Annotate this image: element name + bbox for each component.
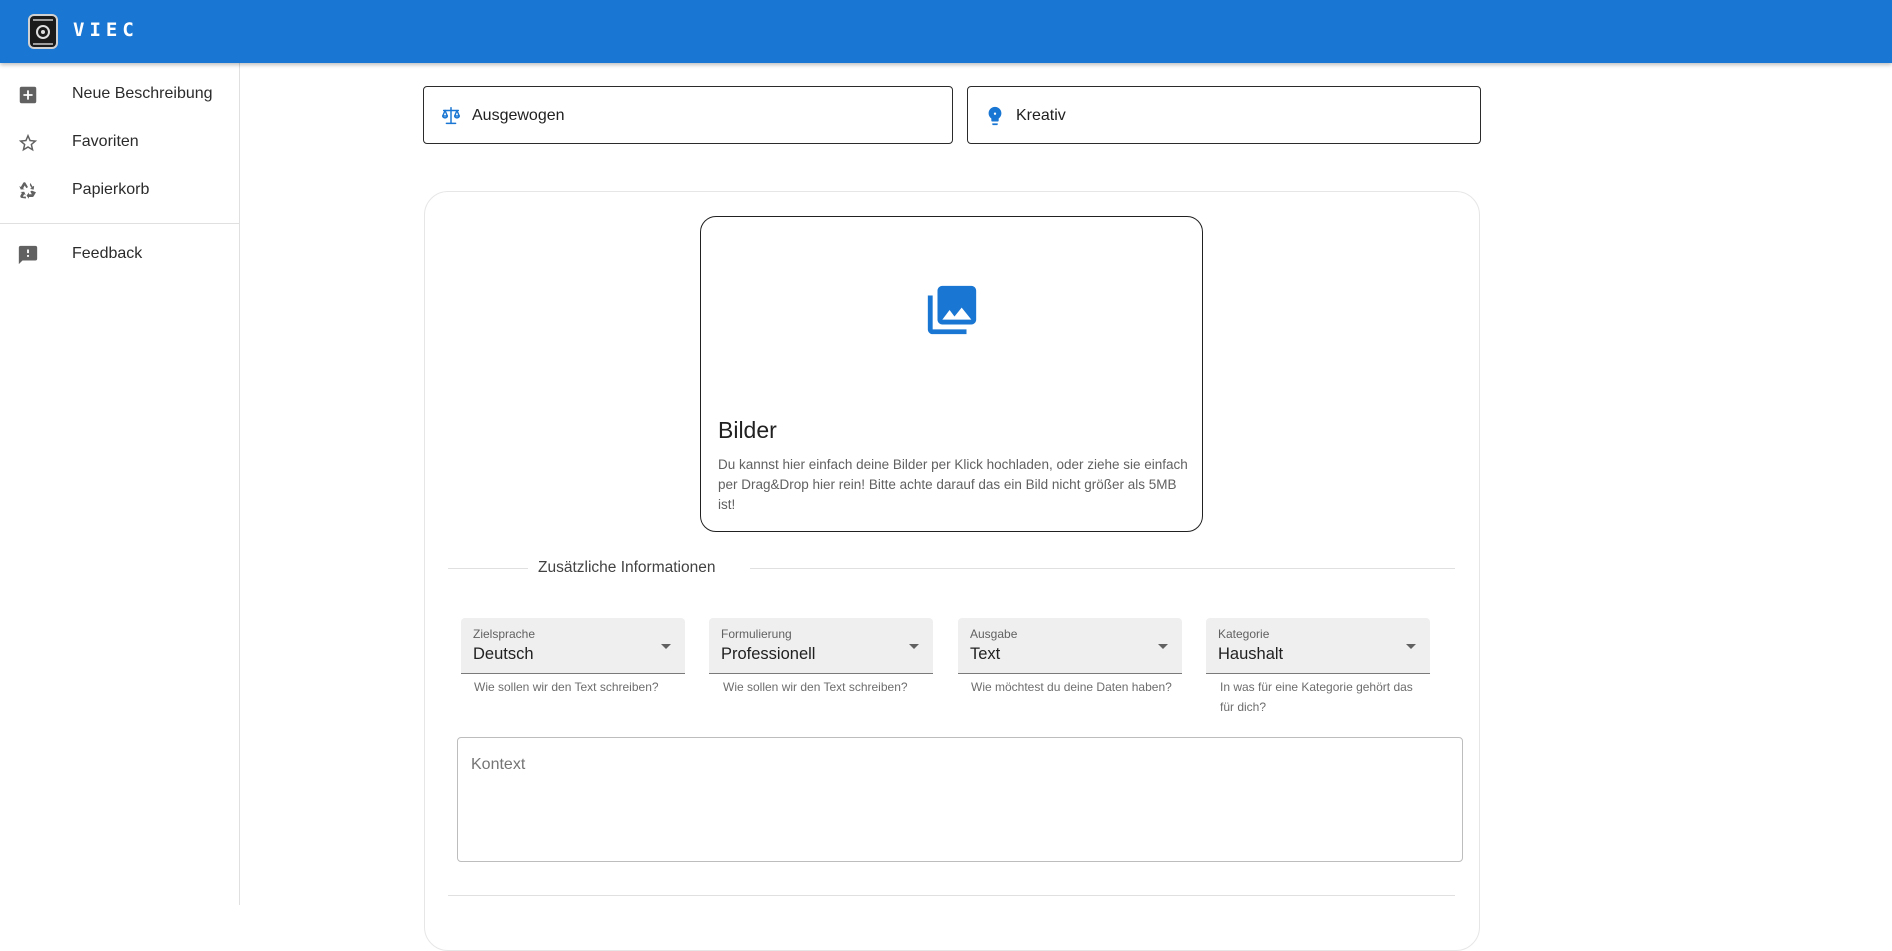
field-label: Formulierung [721,627,792,641]
dropdown-arrow-icon [909,644,919,649]
dropdown-arrow-icon [661,644,671,649]
feedback-icon [18,245,38,265]
field-hint: Wie sollen wir den Text schreiben? [723,680,908,694]
category-select[interactable]: Kategorie Haushalt [1206,618,1430,674]
photo-library-icon [927,285,977,335]
field-hint: Wie sollen wir den Text schreiben? [474,680,659,694]
sidebar-item-label: Feedback [72,245,143,262]
sidebar-item-favorites[interactable]: Favoriten [0,118,239,166]
target-language-select[interactable]: Zielsprache Deutsch [461,618,685,674]
output-select[interactable]: Ausgabe Text [958,618,1182,674]
field-value: Deutsch [473,645,534,663]
sidebar-divider [0,223,239,224]
field-hint: Wie möchtest du deine Daten haben? [971,680,1172,694]
sidebar-item-label: Neue Beschreibung [72,85,213,102]
app-bar: VIEC [0,0,1892,63]
mode-balanced-button[interactable]: Ausgewogen [423,86,953,144]
bottom-divider [448,895,1455,896]
context-placeholder: Kontext [471,756,526,773]
mode-label: Ausgewogen [472,107,565,124]
context-textarea[interactable]: Kontext [457,737,1463,862]
field-label: Kategorie [1218,627,1270,641]
dropdown-arrow-icon [1158,644,1168,649]
app-title: VIEC [73,19,139,41]
sidebar-item-new-description[interactable]: Neue Beschreibung [0,70,239,118]
sidebar-item-feedback[interactable]: Feedback [0,230,239,278]
balance-scale-icon [442,107,460,125]
dropdown-arrow-icon [1406,644,1416,649]
field-value: Haushalt [1218,645,1284,663]
sidebar-item-label: Favoriten [72,133,139,150]
recycle-icon [19,182,36,199]
field-hint: In was für eine Kategorie gehört das für… [1220,680,1413,714]
wording-select[interactable]: Formulierung Professionell [709,618,933,674]
field-value: Professionell [721,645,816,663]
sidebar-item-label: Papierkorb [72,181,150,198]
app-logo[interactable] [28,14,58,49]
image-upload-dropzone[interactable]: Bilder Du kannst hier einfach deine Bild… [700,216,1203,532]
section-title: Zusätzliche Informationen [538,559,716,576]
mode-label: Kreativ [1016,107,1066,124]
field-label: Zielsprache [473,627,536,641]
field-value: Text [970,645,1001,663]
sidebar-item-trash[interactable]: Papierkorb [0,166,239,214]
upload-description: Du kannst hier einfach deine Bilder per … [718,457,1188,512]
sidebar: Neue Beschreibung Favoriten Papierkorb F… [0,63,240,905]
upload-title: Bilder [718,417,777,443]
field-label: Ausgabe [970,627,1018,641]
mode-creative-button[interactable]: Kreativ [967,86,1481,144]
lightbulb-icon [988,106,1002,126]
star-outline-icon [18,133,38,152]
section-divider-left [448,568,528,569]
add-box-icon [19,86,37,104]
section-divider-right [750,568,1455,569]
